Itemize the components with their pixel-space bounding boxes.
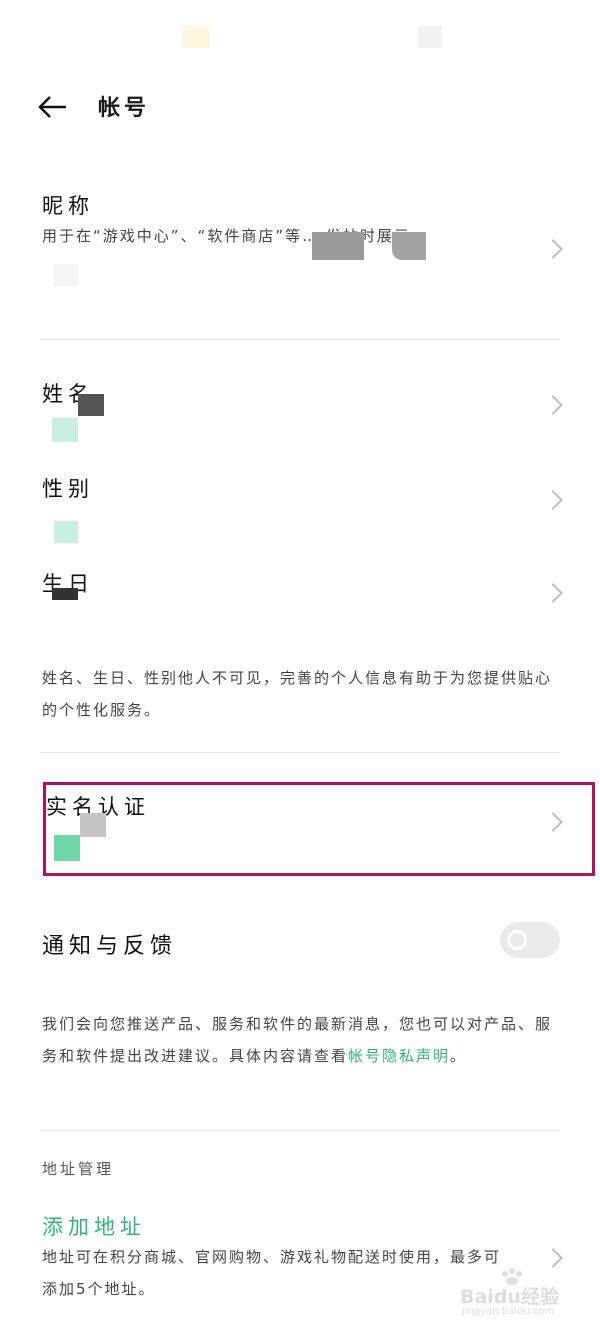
address-section-title: 地址管理 — [42, 1160, 115, 1178]
chevron-right-icon — [543, 583, 563, 603]
chevron-right-icon — [543, 490, 563, 510]
notify-desc-text: 我们会向您推送产品、服务和软件的最新消息，您也可以对产品、服务和软件提出改进建议… — [42, 1015, 553, 1065]
toggle-knob — [507, 930, 527, 950]
profile-note: 姓名、生日、性别他人不可见，完善的个人信息有助于为您提供贴心的个性化服务。 — [42, 669, 553, 719]
chevron-right-icon — [543, 812, 563, 832]
birthday-row[interactable]: 生日 — [0, 560, 600, 630]
gender-row[interactable]: 性别 — [0, 465, 600, 545]
back-button[interactable] — [36, 90, 70, 124]
redaction-blot — [52, 418, 78, 442]
page-title: 帐号 — [98, 96, 151, 121]
chevron-right-icon — [543, 239, 563, 259]
redaction-blot — [54, 521, 78, 543]
notify-label: 通知与反馈 — [42, 934, 178, 959]
watermark-brand: Baidu经验 — [460, 1286, 559, 1308]
real-name-verification-row[interactable]: 实名认证 — [43, 782, 595, 876]
redaction-blot — [312, 232, 364, 260]
redaction-blot — [54, 264, 78, 286]
baidu-watermark: Baidu经验 jingyan.baidu.com — [460, 1268, 588, 1320]
divider — [40, 339, 560, 340]
status-bar-blot — [418, 26, 442, 48]
notify-desc-end: 。 — [450, 1047, 468, 1065]
nickname-label: 昵称 — [42, 194, 94, 218]
redaction-blot — [52, 588, 78, 600]
watermark-url: jingyan.baidu.com — [462, 1306, 555, 1317]
status-bar-blot — [182, 26, 210, 48]
redaction-blot — [54, 835, 80, 861]
redaction-blot — [80, 813, 106, 837]
privacy-statement-link[interactable]: 帐号隐私声明 — [348, 1047, 450, 1065]
add-address-label: 添加地址 — [42, 1215, 146, 1239]
arrow-left-icon — [38, 96, 66, 118]
nickname-row[interactable]: 昵称 用于在“游戏中心”、“软件商店”等… 发帖时展示 — [0, 180, 600, 320]
redaction-blot — [78, 394, 104, 416]
divider — [40, 752, 560, 753]
redaction-blot — [392, 232, 426, 260]
chevron-right-icon — [543, 1248, 563, 1268]
notify-toggle[interactable] — [500, 922, 560, 958]
gender-label: 性别 — [42, 477, 94, 501]
nickname-desc: 用于在“游戏中心”、“软件商店”等… 发帖时展示 — [42, 227, 411, 245]
divider — [40, 1130, 560, 1131]
name-row[interactable]: 姓名 — [0, 370, 600, 450]
add-address-desc: 地址可在积分商城、官网购物、游戏礼物配送时使用，最多可添加5个地址。 — [42, 1248, 502, 1298]
notify-desc: 我们会向您推送产品、服务和软件的最新消息，您也可以对产品、服务和软件提出改进建议… — [42, 1008, 562, 1072]
chevron-right-icon — [543, 395, 563, 415]
